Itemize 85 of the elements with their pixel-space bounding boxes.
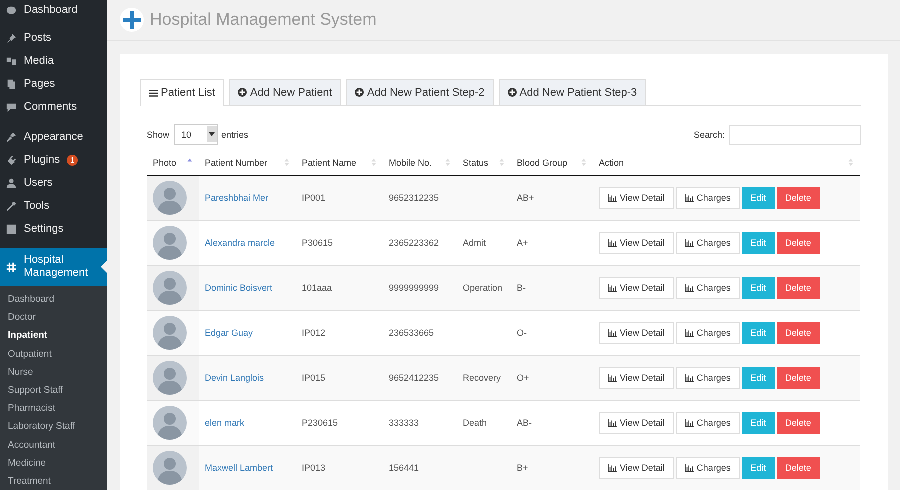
charges-button[interactable]: Charges [676, 412, 740, 434]
entries-dropdown[interactable]: 10 [174, 124, 218, 145]
sidebar-item[interactable]: Media [0, 50, 107, 73]
sidebar-item[interactable]: Hospital Management [0, 248, 107, 286]
charges-button[interactable]: Charges [676, 187, 740, 209]
show-label: Show [147, 130, 170, 140]
tab[interactable]: Add New Patient Step-3 [498, 79, 646, 105]
view-detail-button[interactable]: View Detail [599, 232, 674, 254]
patient-name-link[interactable]: Alexandra marcle [205, 238, 276, 248]
patient-name-link[interactable]: Pareshbhai Mer [205, 193, 269, 203]
table-cell: Operation [463, 283, 503, 293]
sidebar-item[interactable]: Appearance [0, 126, 107, 149]
view-detail-button[interactable]: View Detail [599, 457, 674, 479]
table-cell: IP013 [302, 463, 326, 473]
table-cell: P30615 [302, 238, 334, 248]
patient-name-link[interactable]: Dominic Boisvert [205, 283, 273, 293]
table-cell: A+ [517, 238, 528, 248]
submenu-item[interactable]: Pharmacist [0, 400, 107, 418]
submenu-item[interactable]: Treatment [0, 472, 107, 490]
page-title: Hospital Management System [150, 10, 377, 30]
delete-button[interactable]: Delete [776, 412, 820, 434]
submenu-item[interactable]: Medicine [0, 454, 107, 473]
submenu-item[interactable]: Nurse [0, 364, 107, 382]
patient-name-link[interactable]: Edgar Guay [205, 328, 254, 338]
sidebar-item[interactable]: Tools [0, 195, 107, 218]
update-count-badge: 1 [67, 155, 78, 166]
tab[interactable]: Patient List [140, 79, 224, 106]
entries-label: entries [222, 130, 249, 140]
sidebar-item[interactable]: Posts [0, 27, 107, 50]
table-cell: 101aaa [302, 283, 332, 293]
table-cell: 9652312235 [389, 193, 440, 203]
tab[interactable]: Add New Patient Step-2 [346, 79, 494, 105]
table-cell: 9999999999 [389, 283, 440, 293]
patient-name-link[interactable]: Maxwell Lambert [205, 463, 274, 473]
sidebar-item[interactable]: Pages [0, 73, 107, 96]
table-cell: 333333 [389, 418, 420, 428]
view-detail-button[interactable]: View Detail [599, 277, 674, 299]
view-detail-button[interactable]: View Detail [599, 412, 674, 434]
table-cell: Admit [463, 238, 486, 248]
submenu-item[interactable]: Outpatient [0, 346, 107, 364]
table-cell: IP012 [302, 328, 326, 338]
table-cell: P230615 [302, 418, 338, 428]
table-cell: O- [517, 328, 527, 338]
submenu-item[interactable]: Inpatient [0, 327, 107, 346]
delete-button[interactable]: Delete [776, 277, 820, 299]
table-cell: Death [463, 418, 488, 428]
table-cell: 156441 [389, 463, 420, 473]
table-cell: AB+ [517, 193, 534, 203]
submenu-item[interactable]: Support Staff [0, 382, 107, 400]
table-cell: IP015 [302, 373, 326, 383]
table-cell: Recovery [463, 373, 502, 383]
sidebar-item[interactable]: Comments [0, 96, 107, 119]
delete-button[interactable]: Delete [776, 187, 820, 209]
delete-button[interactable]: Delete [776, 367, 820, 389]
sidebar-item[interactable]: Plugins 1 [0, 149, 107, 172]
view-detail-button[interactable]: View Detail [599, 367, 674, 389]
charges-button[interactable]: Charges [676, 457, 740, 479]
charges-button[interactable]: Charges [676, 322, 740, 344]
table-cell: B- [517, 283, 526, 293]
table-cell: IP001 [302, 193, 326, 203]
table-cell: 236533665 [389, 328, 434, 338]
delete-button[interactable]: Delete [776, 322, 820, 344]
submenu-item[interactable]: Dashboard [0, 291, 107, 310]
table-cell: 9652412235 [389, 373, 440, 383]
table-cell: AB- [517, 418, 532, 428]
delete-button[interactable]: Delete [776, 232, 820, 254]
table-cell: B+ [517, 463, 528, 473]
sidebar-item[interactable]: Settings [0, 218, 107, 241]
search-label: Search: [694, 130, 725, 140]
table-cell: 2365223362 [389, 238, 440, 248]
charges-button[interactable]: Charges [676, 232, 740, 254]
sidebar-item[interactable]: Users [0, 172, 107, 195]
table-cell: O+ [517, 373, 530, 383]
sidebar-item[interactable]: Dashboard [0, 0, 107, 20]
submenu-item[interactable]: Laboratory Staff [0, 418, 107, 436]
charges-button[interactable]: Charges [676, 367, 740, 389]
patient-name-link[interactable]: elen mark [205, 418, 245, 428]
view-detail-button[interactable]: View Detail [599, 187, 674, 209]
tab[interactable]: Add New Patient [229, 79, 342, 105]
view-detail-button[interactable]: View Detail [599, 322, 674, 344]
patient-name-link[interactable]: Devin Langlois [205, 373, 264, 383]
charges-button[interactable]: Charges [676, 277, 740, 299]
submenu-item[interactable]: Doctor [0, 309, 107, 328]
submenu-item[interactable]: Accountant [0, 436, 107, 455]
delete-button[interactable]: Delete [776, 457, 820, 479]
